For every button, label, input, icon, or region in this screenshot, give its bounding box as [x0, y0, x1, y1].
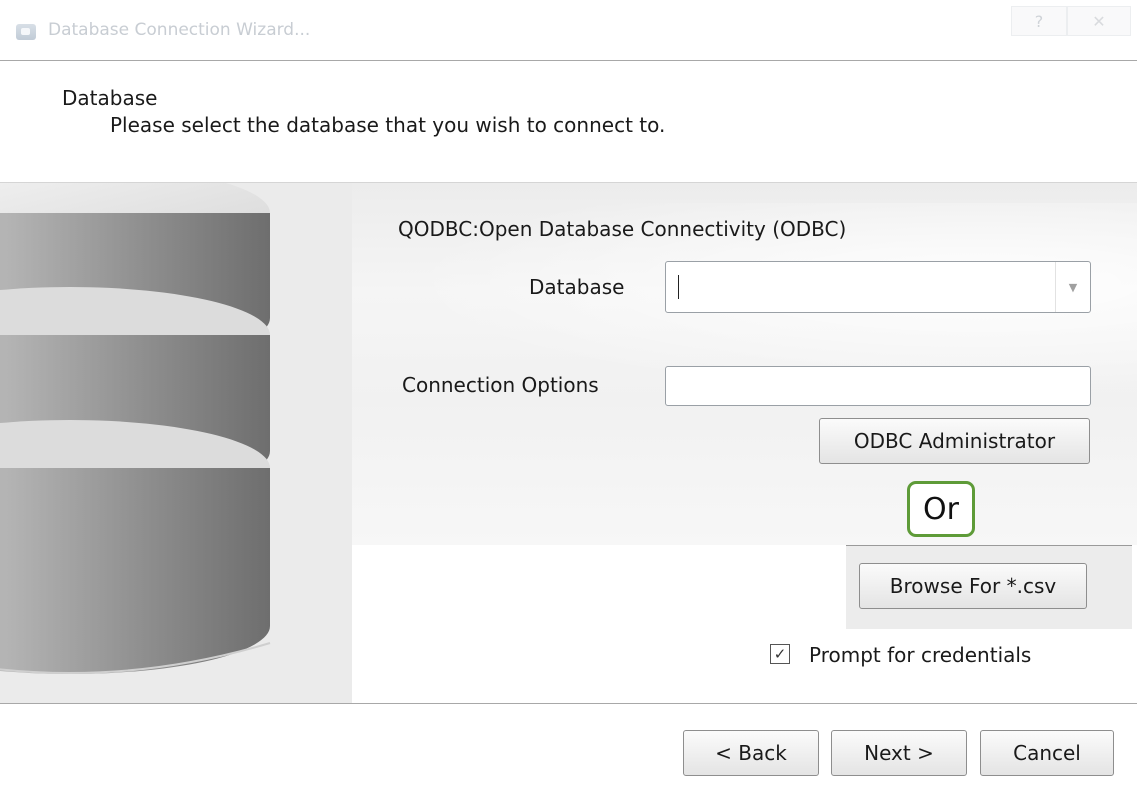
database-label: Database	[529, 275, 625, 299]
odbc-administrator-button[interactable]: ODBC Administrator	[819, 418, 1090, 464]
browse-csv-button[interactable]: Browse For *.csv	[859, 563, 1087, 609]
next-button[interactable]: Next >	[831, 730, 967, 776]
wizard-footer: < Back Next > Cancel	[0, 704, 1137, 798]
back-button[interactable]: < Back	[683, 730, 819, 776]
page-title: Database	[62, 86, 158, 110]
prompt-credentials-label: Prompt for credentials	[809, 643, 1032, 667]
close-button[interactable]: ✕	[1067, 6, 1131, 36]
app-icon	[16, 24, 36, 40]
page-subtitle: Please select the database that you wish…	[110, 113, 666, 137]
title-bar: Database Connection Wizard... ? ✕	[0, 0, 1137, 60]
database-combobox[interactable]: ▼	[665, 261, 1091, 313]
wizard-content: QODBC:Open Database Connectivity (ODBC) …	[0, 183, 1137, 703]
cancel-button[interactable]: Cancel	[980, 730, 1114, 776]
title-buttons: ? ✕	[1011, 6, 1131, 36]
window-title: Database Connection Wizard...	[48, 20, 311, 40]
database-illustration	[0, 183, 352, 703]
chevron-down-icon[interactable]: ▼	[1055, 262, 1090, 312]
text-caret	[678, 275, 679, 299]
connection-options-field[interactable]	[665, 366, 1091, 406]
driver-label: QODBC:Open Database Connectivity (ODBC)	[398, 217, 847, 241]
connection-options-label: Connection Options	[402, 373, 599, 397]
wizard-header: Database Please select the database that…	[0, 61, 1137, 183]
prompt-credentials-checkbox[interactable]: ✓	[770, 644, 790, 664]
help-button[interactable]: ?	[1011, 6, 1067, 36]
database-stack-icon	[0, 183, 352, 703]
or-separator: Or	[907, 481, 975, 537]
